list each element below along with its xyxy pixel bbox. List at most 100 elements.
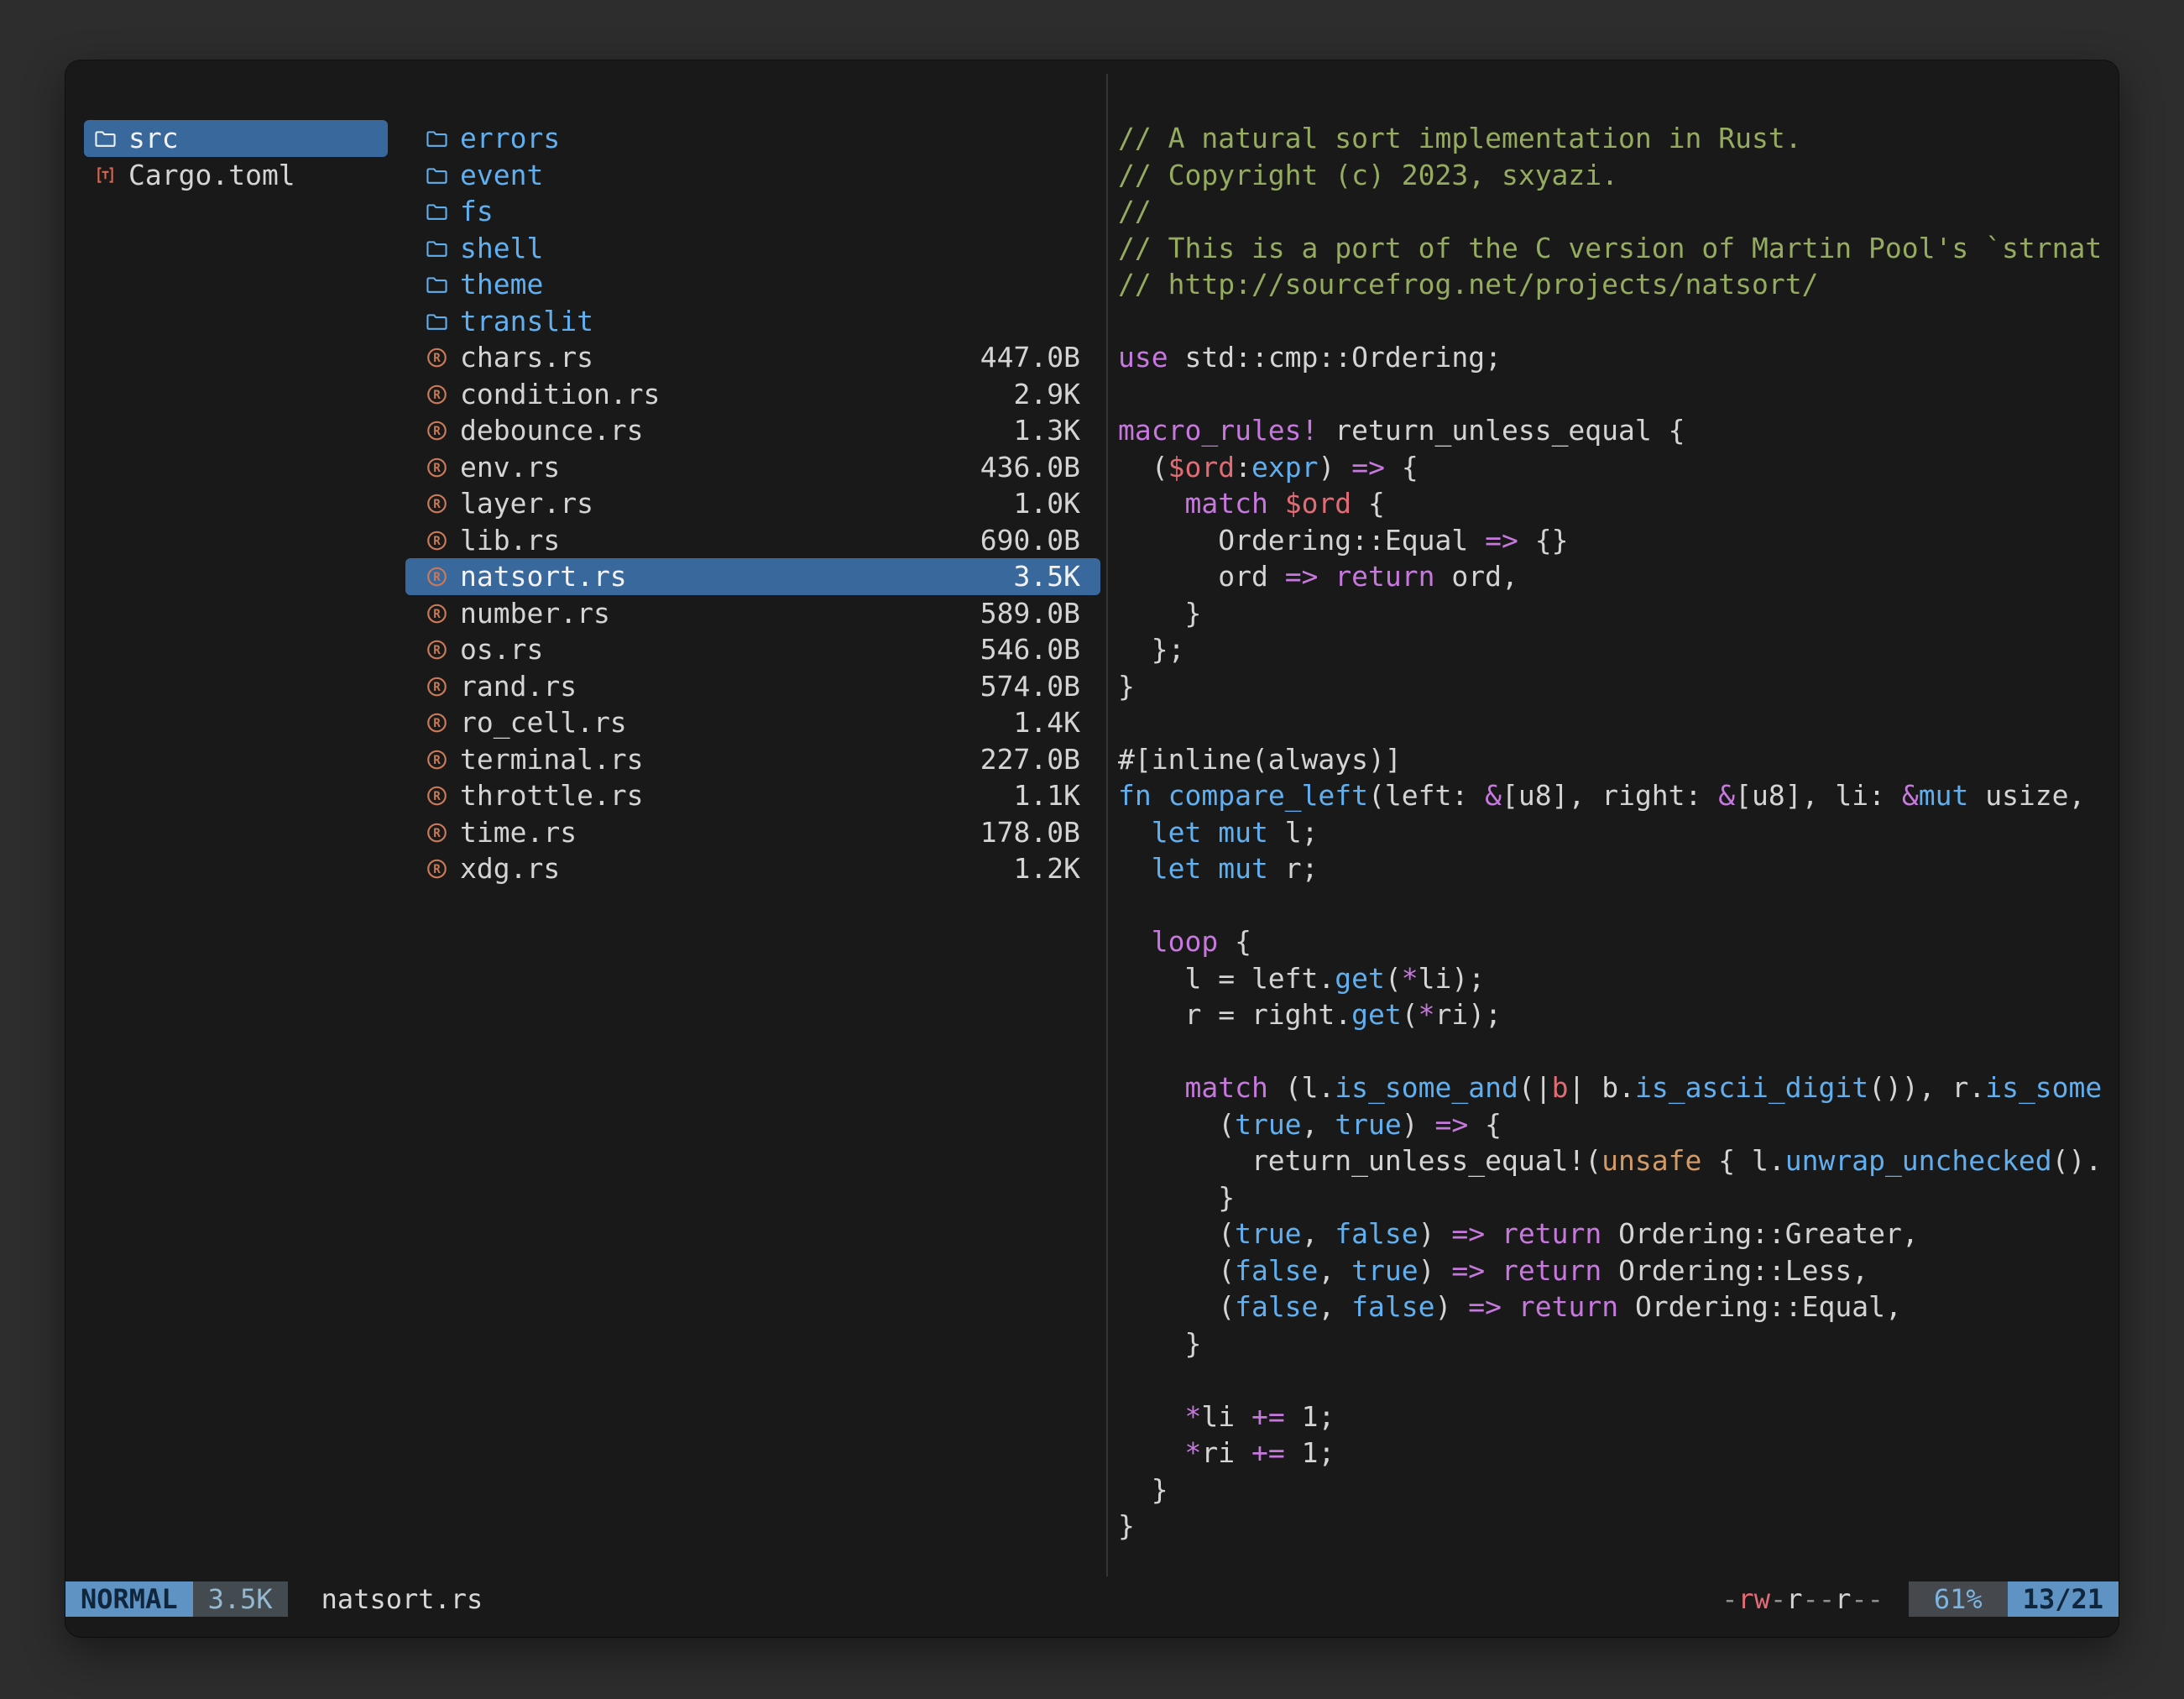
folder-icon <box>424 238 449 258</box>
entry-size: 1.3K <box>1014 414 1080 447</box>
code-line <box>1118 1033 2119 1070</box>
file-item-condition.rs[interactable]: Rcondition.rs 2.9K <box>405 376 1100 413</box>
rust-file-icon: R <box>424 638 449 661</box>
code-line: (false, false) => return Ordering::Equal… <box>1118 1289 2119 1325</box>
rust-file-icon: R <box>424 565 449 588</box>
status-filename: natsort.rs <box>321 1581 483 1617</box>
status-spacer <box>483 1581 1722 1617</box>
file-item-xdg.rs[interactable]: Rxdg.rs1.2K <box>405 850 1100 887</box>
folder-icon <box>92 128 118 148</box>
file-item-chars.rs[interactable]: Rchars.rs447.0B <box>405 339 1100 376</box>
entry-name: env.rs <box>460 451 560 484</box>
rust-file-icon: R <box>424 748 449 771</box>
dir-item-shell[interactable]: shell <box>405 230 1100 267</box>
current-directory-pane: errors event fs shell themetranslitRchars.rs… <box>405 120 1100 887</box>
file-item-layer.rs[interactable]: Rlayer.rs1.0K <box>405 485 1100 522</box>
entry-name: condition.rs <box>460 378 660 410</box>
file-item-number.rs[interactable]: Rnumber.rs589.0B <box>405 595 1100 632</box>
code-line: loop { <box>1118 923 2119 960</box>
folder-icon <box>424 311 449 331</box>
svg-text:R: R <box>433 389 441 402</box>
entry-name: number.rs <box>460 597 610 630</box>
file-item-debounce.rs[interactable]: Rdebounce.rs1.3K <box>405 412 1100 449</box>
dir-item-fs[interactable]: fs <box>405 193 1100 230</box>
dir-item-translit[interactable]: translit <box>405 303 1100 340</box>
entry-name: os.rs <box>460 633 543 666</box>
code-line: let mut r; <box>1118 850 2119 887</box>
code-line: } <box>1118 1472 2119 1508</box>
file-item-os.rs[interactable]: Ros.rs 546.0B <box>405 631 1100 668</box>
dir-item-src[interactable]: src <box>84 120 388 157</box>
file-item-env.rs[interactable]: Renv.rs 436.0B <box>405 449 1100 486</box>
rust-file-icon: R <box>424 346 449 369</box>
code-line: // Copyright (c) 2023, sxyazi. <box>1118 157 2119 194</box>
entry-size: 436.0B <box>980 451 1080 484</box>
entry-size: 1.0K <box>1014 487 1080 520</box>
svg-text:R: R <box>433 462 441 475</box>
file-item-ro_cell.rs[interactable]: Rro_cell.rs1.4K <box>405 704 1100 741</box>
file-item-lib.rs[interactable]: Rlib.rs690.0B <box>405 522 1100 559</box>
file-item-terminal.rs[interactable]: Rterminal.rs227.0B <box>405 741 1100 778</box>
entry-name: throttle.rs <box>460 779 644 812</box>
entry-name: shell <box>460 232 543 264</box>
file-item-natsort.rs[interactable]: Rnatsort.rs3.5K <box>405 558 1100 595</box>
code-line: fn compare_left(left: &[u8], right: &[u8… <box>1118 777 2119 814</box>
entry-name: xdg.rs <box>460 852 560 885</box>
code-line: let mut l; <box>1118 814 2119 851</box>
code-line: (true, true) => { <box>1118 1106 2119 1143</box>
svg-text:R: R <box>433 717 441 730</box>
parent-directory-pane: src Cargo.toml <box>84 120 388 193</box>
svg-text:R: R <box>433 644 441 657</box>
code-line: #[inline(always)] <box>1118 741 2119 778</box>
entry-name: fs <box>460 195 494 227</box>
entry-name: src <box>128 122 179 154</box>
file-item-time.rs[interactable]: Rtime.rs178.0B <box>405 814 1100 851</box>
code-line: match (l.is_some_and(|b| b.is_ascii_digi… <box>1118 1069 2119 1106</box>
code-line: *ri += 1; <box>1118 1435 2119 1472</box>
code-line <box>1118 303 2119 340</box>
code-line: l = left.get(*li); <box>1118 960 2119 997</box>
entry-name: terminal.rs <box>460 743 644 776</box>
code-line: } <box>1118 595 2119 632</box>
entry-name: errors <box>460 122 560 154</box>
file-item-rand.rs[interactable]: Rrand.rs574.0B <box>405 668 1100 705</box>
svg-text:R: R <box>433 498 441 511</box>
entry-size: 447.0B <box>980 341 1080 374</box>
rust-file-icon: R <box>424 675 449 698</box>
pane-divider <box>1106 74 1108 1576</box>
entry-size: 2.9K <box>1014 378 1080 410</box>
entry-name: time.rs <box>460 816 577 849</box>
code-line: r = right.get(*ri); <box>1118 996 2119 1033</box>
code-line: } <box>1118 668 2119 705</box>
entry-name: Cargo.toml <box>128 159 295 191</box>
entry-size: 546.0B <box>980 633 1080 666</box>
dir-item-theme[interactable]: theme <box>405 266 1100 303</box>
file-preview-pane: // A natural sort implementation in Rust… <box>1118 120 2119 1545</box>
file-item-throttle.rs[interactable]: Rthrottle.rs 1.1K <box>405 777 1100 814</box>
entry-name: ro_cell.rs <box>460 706 627 739</box>
dir-item-event[interactable]: event <box>405 157 1100 194</box>
code-line <box>1118 376 2119 413</box>
code-line: (false, true) => return Ordering::Less, <box>1118 1252 2119 1289</box>
yazi-file-manager-window: src Cargo.toml errors event fs shell themetra… <box>65 60 2119 1637</box>
mode-badge: NORMAL <box>65 1581 193 1617</box>
entry-name: theme <box>460 268 543 301</box>
file-item-Cargo.toml[interactable]: Cargo.toml <box>84 157 388 194</box>
rust-file-icon: R <box>424 383 449 405</box>
code-line: return_unless_equal!(unsafe { l.unwrap_u… <box>1118 1142 2119 1179</box>
svg-text:R: R <box>433 754 441 767</box>
dir-item-errors[interactable]: errors <box>405 120 1100 157</box>
folder-icon <box>424 128 449 148</box>
svg-text:R: R <box>433 790 441 803</box>
folder-icon <box>424 201 449 221</box>
entry-size: 690.0B <box>980 524 1080 557</box>
code-line: Ordering::Equal => {} <box>1118 522 2119 559</box>
code-line: // This is a port of the C version of Ma… <box>1118 230 2119 267</box>
code-line: ($ord:expr) => { <box>1118 449 2119 486</box>
code-line: } <box>1118 1179 2119 1216</box>
file-size-badge: 3.5K <box>193 1581 288 1617</box>
entry-size: 589.0B <box>980 597 1080 630</box>
entry-name: debounce.rs <box>460 414 644 447</box>
entry-name: event <box>460 159 543 191</box>
entry-size: 1.1K <box>1014 779 1080 812</box>
